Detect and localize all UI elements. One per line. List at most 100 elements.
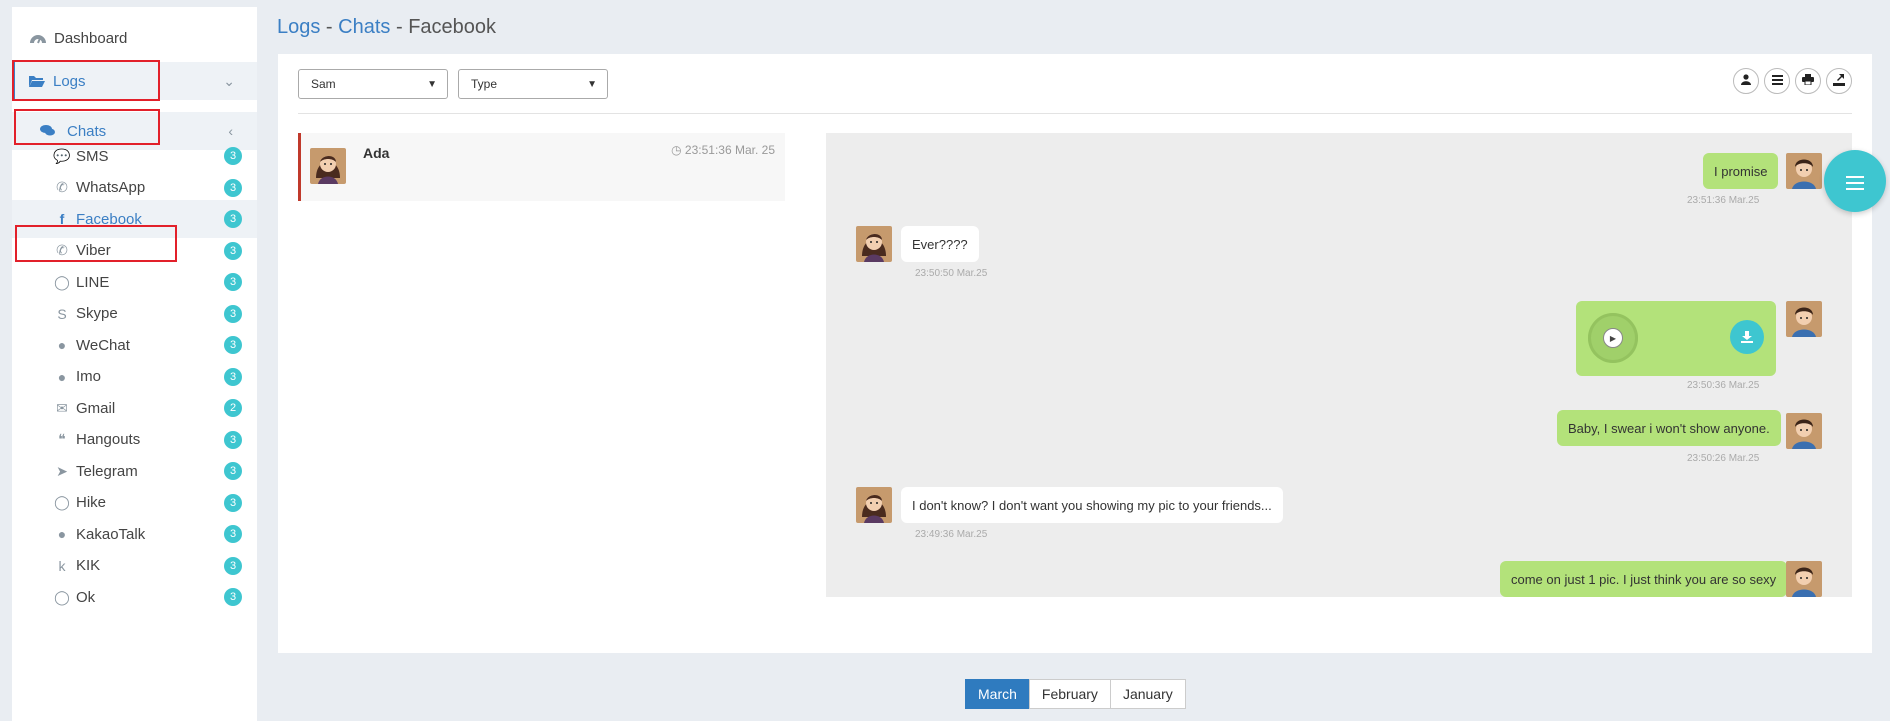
- sidebar-item-label: Viber: [76, 242, 111, 259]
- count-badge: 3: [224, 336, 242, 354]
- sidebar-item-label: Logs: [53, 72, 86, 90]
- sidebar-item-label: Hangouts: [76, 431, 141, 448]
- chevron-down-icon: ⌄: [223, 72, 235, 89]
- count-badge: 3: [224, 525, 242, 543]
- list-button[interactable]: [1764, 68, 1790, 94]
- sidebar-item-label: Dashboard: [54, 29, 128, 47]
- message-time: 23:50:26 Mar.25: [1687, 453, 1760, 464]
- ok-icon: ◯: [54, 588, 70, 605]
- month-tab-february[interactable]: February: [1028, 679, 1111, 709]
- count-badge: 3: [224, 493, 242, 512]
- month-tabs: March February January: [965, 679, 1186, 709]
- menu-icon: [1846, 166, 1864, 197]
- hangouts-icon: ❝: [58, 431, 66, 447]
- sidebar-item-label: Facebook: [76, 210, 142, 228]
- chevron-down-icon: ▼: [587, 79, 597, 90]
- sidebar-item-label: SMS: [76, 147, 109, 165]
- contact-select[interactable]: Sam ▼: [298, 69, 448, 99]
- breadcrumb-current: Facebook: [408, 16, 497, 38]
- count-badge: 3: [224, 462, 242, 480]
- avatar: [856, 487, 892, 523]
- message-bubble-incoming: I don't know? I don't want you showing m…: [901, 487, 1283, 523]
- dashboard-icon: [28, 28, 48, 48]
- conversation-time: ◷ 23:51:36 Mar. 25: [671, 143, 775, 157]
- kik-icon: k: [58, 557, 66, 574]
- sidebar-item-label: Hike: [76, 494, 107, 511]
- count-badge: 3: [224, 588, 242, 606]
- count-badge: 3: [224, 556, 242, 575]
- chevron-down-icon: ▼: [427, 79, 437, 90]
- sidebar-item-label: KakaoTalk: [76, 525, 146, 543]
- sidebar: Dashboard Logs ⌄ Chats ‹ 💬 SMS 3 ✆ WhatsApp 3…: [12, 7, 257, 721]
- envelope-icon: ✉: [56, 399, 68, 416]
- contact-name: Ada: [363, 145, 390, 161]
- sidebar-item-label: WhatsApp: [76, 179, 146, 196]
- line-icon: ◯: [54, 273, 70, 290]
- wechat-icon: ●: [57, 337, 67, 353]
- message-time: 23:51:36 Mar.25: [1687, 195, 1760, 206]
- sidebar-item-label: Telegram: [76, 462, 138, 480]
- month-tab-march[interactable]: March: [965, 679, 1030, 709]
- count-badge: 3: [224, 367, 242, 386]
- count-badge: 3: [224, 273, 242, 291]
- skype-icon: S: [57, 305, 67, 322]
- avatar: [856, 226, 892, 262]
- main-panel: Sam ▼ Type ▼ Ada ◷ 23:51:36 Mar. 25 I pr…: [278, 54, 1872, 653]
- avatar: [310, 148, 346, 184]
- count-badge: 2: [224, 399, 242, 417]
- paper-plane-icon: ➤: [56, 462, 68, 479]
- facebook-icon: f: [59, 211, 65, 227]
- sidebar-item-label: Gmail: [76, 399, 116, 417]
- count-badge: 3: [224, 178, 242, 197]
- avatar: [1786, 561, 1822, 597]
- avatar: [1786, 153, 1822, 189]
- sidebar-item-label: LINE: [76, 273, 110, 291]
- chat-area[interactable]: I promise 23:51:36 Mar.25 Ever???? 23:50…: [826, 133, 1852, 597]
- sidebar-item-logs[interactable]: Logs ⌄: [12, 62, 257, 100]
- sidebar-item-label: Ok: [76, 588, 96, 606]
- message-bubble-outgoing: come on just 1 pic. I just think you are…: [1500, 561, 1788, 597]
- kakaotalk-icon: ●: [57, 526, 67, 542]
- export-icon: [1833, 73, 1845, 89]
- breadcrumb-logs[interactable]: Logs: [277, 16, 320, 38]
- message-bubble-outgoing: I promise: [1703, 153, 1779, 189]
- count-badge: 3: [224, 430, 242, 449]
- count-badge: 3: [224, 210, 242, 228]
- avatar: [1786, 301, 1822, 337]
- sms-icon: 💬: [53, 147, 71, 164]
- sidebar-item-dashboard[interactable]: Dashboard: [12, 19, 257, 57]
- user-icon: [1741, 74, 1751, 88]
- sidebar-item-label: WeChat: [76, 336, 130, 354]
- sidebar-item-label: Imo: [76, 368, 102, 385]
- play-icon[interactable]: ▶: [1603, 328, 1623, 348]
- count-badge: 3: [224, 241, 242, 260]
- message-bubble-incoming: Ever????: [901, 226, 979, 262]
- hike-icon: ◯: [54, 494, 70, 510]
- count-badge: 3: [224, 147, 242, 165]
- divider: [298, 113, 1852, 114]
- imo-icon: ●: [57, 368, 67, 385]
- floating-menu-button[interactable]: [1824, 150, 1886, 212]
- message-bubble-outgoing: Baby, I swear i won't show anyone.: [1557, 410, 1781, 446]
- page-title: Logs - Chats - Facebook: [277, 16, 497, 38]
- clock-icon: ◷: [671, 143, 682, 157]
- user-button[interactable]: [1733, 68, 1759, 94]
- conversation-item[interactable]: Ada ◷ 23:51:36 Mar. 25: [298, 133, 785, 201]
- whatsapp-icon: ✆: [56, 179, 68, 195]
- download-icon[interactable]: [1730, 320, 1764, 354]
- folder-open-icon: [27, 71, 47, 91]
- message-time: 23:49:36 Mar.25: [915, 529, 988, 540]
- type-select[interactable]: Type ▼: [458, 69, 608, 99]
- breadcrumb-chats[interactable]: Chats: [338, 16, 390, 38]
- sidebar-item-label: KIK: [76, 557, 101, 574]
- message-time: 23:50:36 Mar.25: [1687, 380, 1760, 391]
- print-icon: [1802, 74, 1814, 88]
- sidebar-item-ok[interactable]: ◯ Ok 3: [12, 578, 257, 616]
- list-icon: [1771, 74, 1783, 88]
- message-time: 23:50:50 Mar.25: [915, 268, 988, 279]
- month-tab-january[interactable]: January: [1109, 679, 1186, 709]
- audio-message: ▶: [1576, 301, 1776, 376]
- print-button[interactable]: [1795, 68, 1821, 94]
- export-button[interactable]: [1826, 68, 1852, 94]
- phone-icon: ✆: [56, 242, 68, 258]
